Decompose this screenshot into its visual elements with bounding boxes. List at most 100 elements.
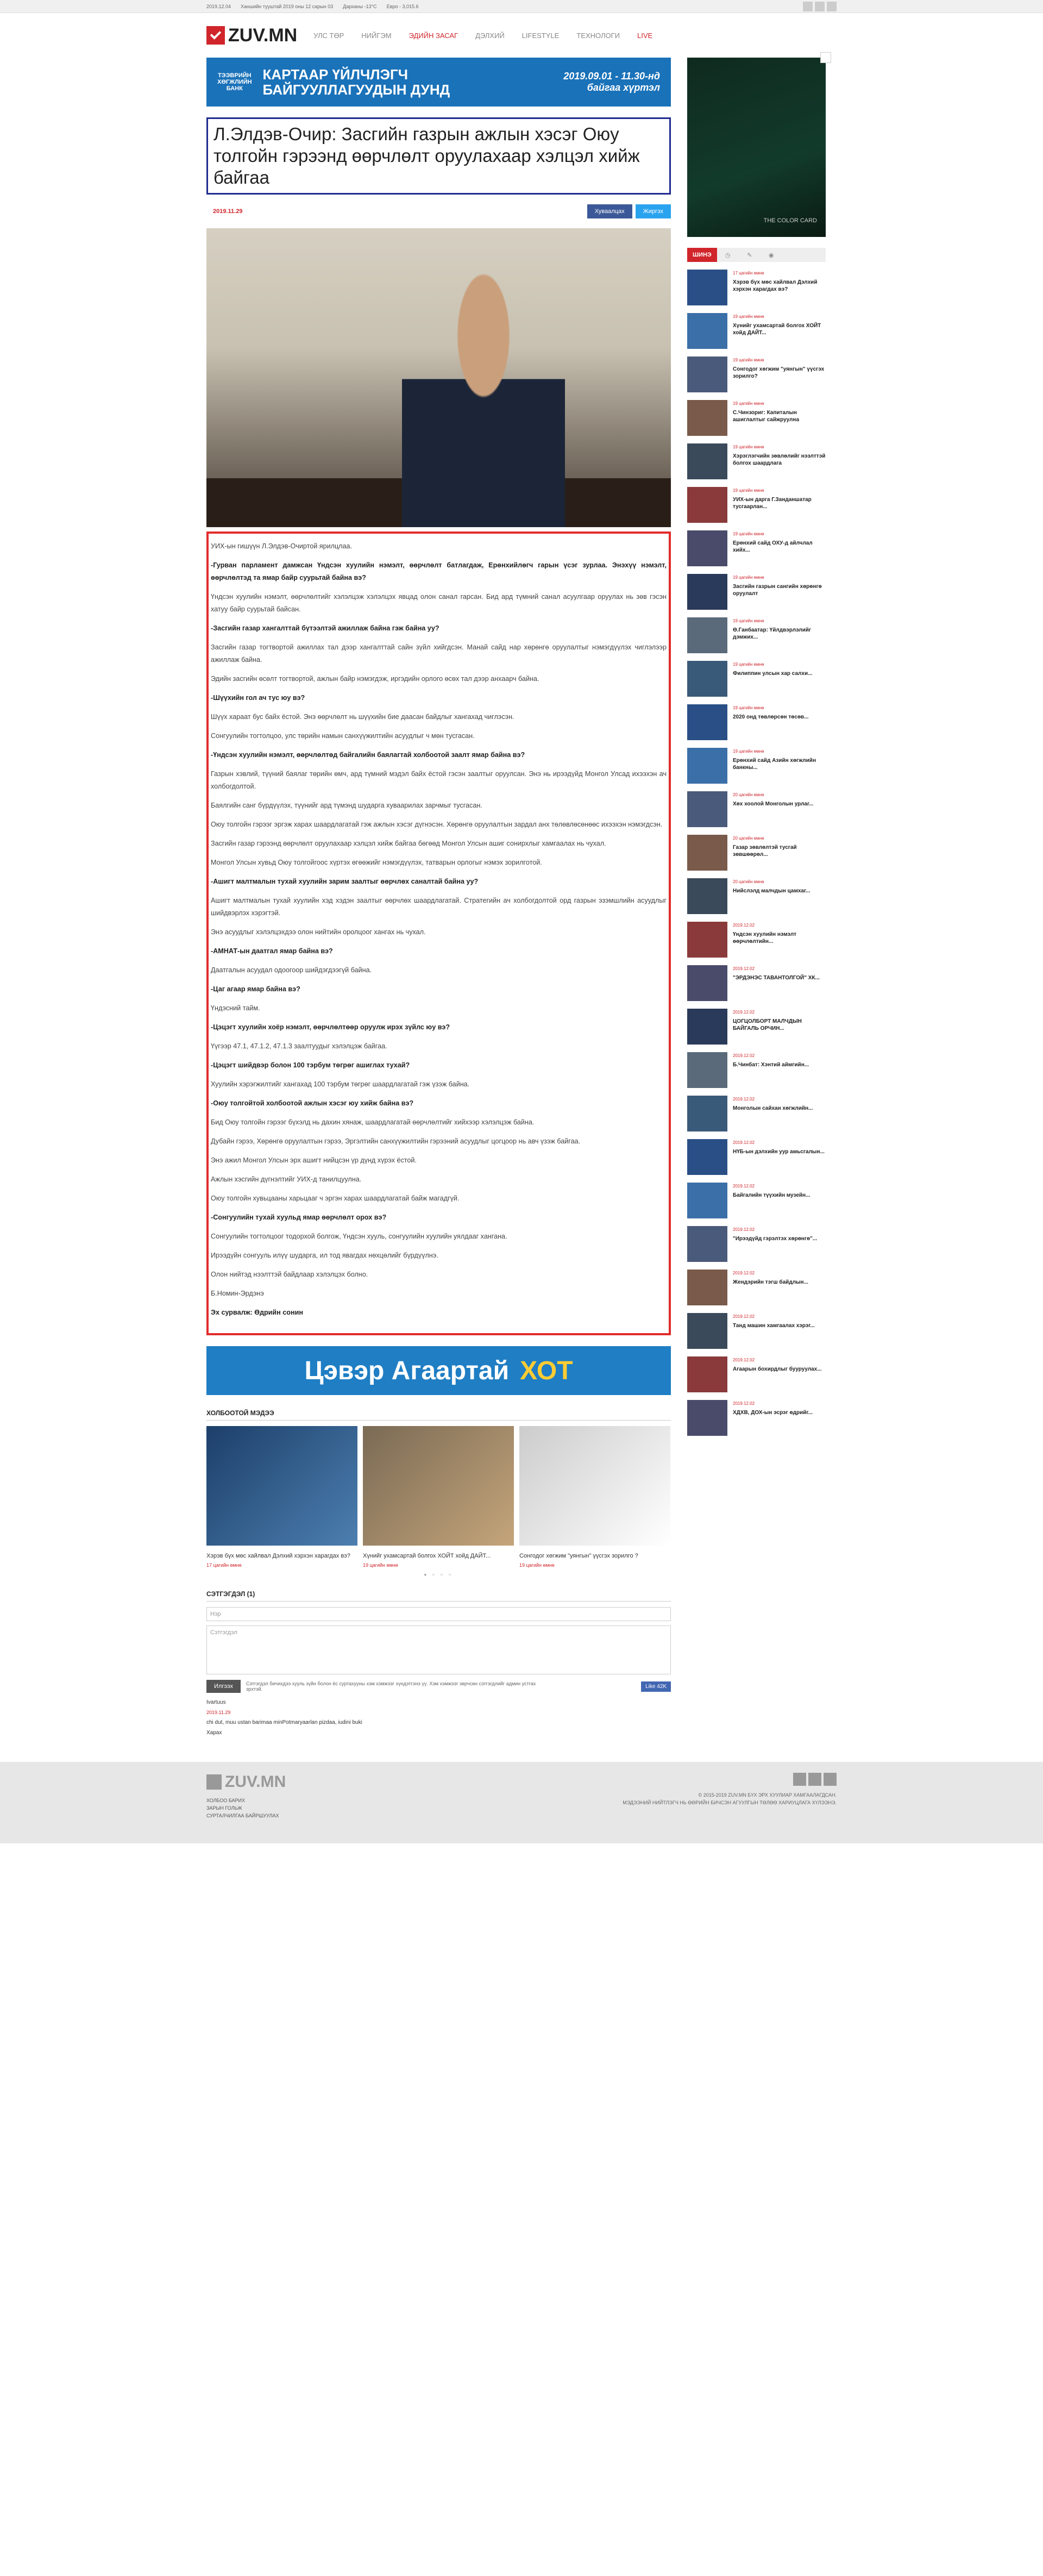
sidebar-news-item[interactable]: 2019.12.02 "ЭРДЭНЭС ТАВАНТОЛГОЙ" ХК... <box>687 965 826 1001</box>
sidebar-news-item[interactable]: 20 цагийн өмнө Хөх хоолой Монголын урлаг.… <box>687 791 826 827</box>
footer-link[interactable]: ЗАРЫН ГОЛЬЖ <box>206 1804 286 1812</box>
facebook-icon[interactable] <box>803 2 813 11</box>
sidebar-title[interactable]: ЦОГЦОЛБОРТ МАЛЧДЫН БАЙГАЛЬ ОРЧИН... <box>733 1018 826 1032</box>
side-ad[interactable]: THE COLOR CARD <box>687 52 831 237</box>
sidebar-title[interactable]: Сонгодог хөгжим "уянгын" үүсгэх зорилго? <box>733 366 826 380</box>
sidebar-news-item[interactable]: 2019.12.02 ЦОГЦОЛБОРТ МАЛЧДЫН БАЙГАЛЬ ОРЧ… <box>687 1009 826 1045</box>
youtube-icon[interactable] <box>827 2 837 11</box>
twitter-icon[interactable] <box>808 1773 821 1786</box>
twitter-icon[interactable] <box>815 2 825 11</box>
sidebar-news-item[interactable]: 2019.12.02 Агаарын бохирдлыг бууруулах... <box>687 1356 826 1392</box>
tab-new[interactable]: ШИНЭ <box>687 248 717 262</box>
facebook-icon[interactable] <box>793 1773 806 1786</box>
view-icon[interactable]: ◉ <box>761 252 782 259</box>
site-logo[interactable]: ZUV.MN <box>206 25 297 46</box>
sidebar-news-item[interactable]: 19 цагийн өмнө Хэрэглэгчийн зөвлөлийг нээ… <box>687 443 826 479</box>
sidebar-title[interactable]: Хөх хоолой Монголын урлаг... <box>733 801 813 808</box>
clock-icon[interactable]: ◷ <box>717 252 739 259</box>
sidebar-title[interactable]: Монголын сайхан хөгжлийн... <box>733 1105 813 1112</box>
clean-air-banner[interactable]: Цэвэр Агаартай ХОТ <box>206 1346 671 1395</box>
sidebar-thumb[interactable] <box>687 313 727 349</box>
sidebar-news-item[interactable]: 2019.12.02 ХДХВ, ДОХ-ын эсрэг өдрийг... <box>687 1400 826 1436</box>
comment-text-input[interactable]: Сэтгэгдэл <box>206 1625 671 1674</box>
youtube-icon[interactable] <box>824 1773 837 1786</box>
sidebar-title[interactable]: Хэрэв бүх мөс хайлвал Дэлхий хэрхэн хара… <box>733 279 826 293</box>
sidebar-thumb[interactable] <box>687 357 727 392</box>
sidebar-news-item[interactable]: 19 цагийн өмнө Сонгодог хөгжим "уянгын" ү… <box>687 357 826 392</box>
sidebar-news-item[interactable]: 2019.12.02 Байгалийн түүхийн музейн... <box>687 1183 826 1218</box>
sidebar-title[interactable]: НҮБ-ын дэлхийн уур амьсгалын... <box>733 1148 825 1155</box>
footer-logo[interactable]: ZUV.MN <box>206 1773 286 1791</box>
sidebar-news-item[interactable]: 17 цагийн өмнө Хэрэв бүх мөс хайлвал Дэлх… <box>687 270 826 305</box>
sidebar-thumb[interactable] <box>687 748 727 784</box>
sidebar-title[interactable]: Танд машин хамгаалах хэрэг... <box>733 1322 815 1329</box>
nav-item[interactable]: НИЙГЭМ <box>361 32 391 40</box>
sidebar-title[interactable]: Ө.Ганбаатар: Үйлдвэрлэлийг дэмжих... <box>733 627 826 641</box>
related-card-title[interactable]: Хүнийг ухамсартай болгох ХОЙТ хойд ДАЙТ.… <box>363 1552 514 1560</box>
related-image[interactable] <box>363 1426 514 1546</box>
sidebar-thumb[interactable] <box>687 1270 727 1305</box>
sidebar-title[interactable]: "ЭРДЭНЭС ТАВАНТОЛГОЙ" ХК... <box>733 974 820 981</box>
sidebar-news-item[interactable]: 19 цагийн өмнө Ө.Ганбаатар: Үйлдвэрлэлийг… <box>687 617 826 653</box>
related-card[interactable]: Хүнийг ухамсартай болгох ХОЙТ хойд ДАЙТ.… <box>363 1426 514 1568</box>
sidebar-news-item[interactable]: 2019.12.02 Жендэрийн тэгш байдлын... <box>687 1270 826 1305</box>
sidebar-title[interactable]: 2020 онд төвлөрсөн төсөв... <box>733 714 809 721</box>
sidebar-news-item[interactable]: 19 цагийн өмнө С.Чинзориг: Капиталын ашиг… <box>687 400 826 436</box>
sidebar-thumb[interactable] <box>687 791 727 827</box>
sidebar-title[interactable]: Ерөнхий сайд Азийн хөгжлийн банкны... <box>733 757 826 771</box>
sidebar-news-item[interactable]: 2019.12.02 Б.Чинбат: Хэнтий аймгийн... <box>687 1052 826 1088</box>
sidebar-title[interactable]: Засгийн газрын сангийн хөрөнгө оруулалт <box>733 583 826 597</box>
sidebar-title[interactable]: Хүнийг ухамсартай болгох ХОЙТ хойд ДАЙТ.… <box>733 322 826 336</box>
sidebar-thumb[interactable] <box>687 704 727 740</box>
sidebar-thumb[interactable] <box>687 530 727 566</box>
sidebar-title[interactable]: С.Чинзориг: Капиталын ашиглалтыг сайжруу… <box>733 409 826 423</box>
twitter-share-button[interactable]: Жиргэх <box>635 204 671 218</box>
facebook-share-button[interactable]: Хуваалцах <box>587 204 632 218</box>
sidebar-title[interactable]: Хэрэглэгчийн зөвлөлийг нээлттэй болгох ш… <box>733 453 826 467</box>
footer-link[interactable]: ХОЛБОО БАРИХ <box>206 1797 286 1804</box>
sidebar-thumb[interactable] <box>687 270 727 305</box>
related-card[interactable]: Хэрэв бүх мөс хайлвал Дэлхий хэрхэн хара… <box>206 1426 357 1568</box>
comment-send-button[interactable]: Илгээх <box>206 1680 241 1693</box>
related-card-title[interactable]: Сонгодог хөгжим "уянгын" үүсгэх зорилго … <box>519 1552 670 1560</box>
sidebar-news-item[interactable]: 2019.12.02 Монголын сайхан хөгжлийн... <box>687 1096 826 1131</box>
sidebar-news-item[interactable]: 20 цагийн өмнө Газар зөвлөлтэй тусгай зөв… <box>687 835 826 871</box>
carousel-dots[interactable]: ● ○ ○ ○ <box>206 1572 671 1577</box>
sidebar-thumb[interactable] <box>687 965 727 1001</box>
sidebar-thumb[interactable] <box>687 574 727 610</box>
nav-item[interactable]: ТЕХНОЛОГИ <box>576 32 620 40</box>
sidebar-thumb[interactable] <box>687 1009 727 1045</box>
sidebar-thumb[interactable] <box>687 1139 727 1175</box>
sidebar-title[interactable]: УИХ-ын дарга Г.Занданшатар тусгаарлан... <box>733 496 826 510</box>
footer-link[interactable]: СУРТАЛЧИЛГАА БАЙРШУУЛАХ <box>206 1812 286 1820</box>
sidebar-news-item[interactable]: 19 цагийн өмнө 2020 онд төвлөрсөн төсөв..… <box>687 704 826 740</box>
sidebar-news-item[interactable]: 2019.12.02 Үндсэн хуулийн нэмэлт өөрчлөлт… <box>687 922 826 958</box>
sidebar-title[interactable]: Ерөнхий сайд ОХУ-д айлчлал хийх... <box>733 540 826 554</box>
related-image[interactable] <box>519 1426 670 1546</box>
sidebar-news-item[interactable]: 20 цагийн өмнө Нийслэлд малчдын цамхаг... <box>687 878 826 914</box>
top-ad-banner[interactable]: ТЭЭВРИЙН ХӨГЖЛИЙН БАНК КАРТААР ҮЙЛЧЛЭГЧ … <box>206 58 671 107</box>
sidebar-thumb[interactable] <box>687 922 727 958</box>
sidebar-thumb[interactable] <box>687 1096 727 1131</box>
sidebar-thumb[interactable] <box>687 1052 727 1088</box>
related-card-title[interactable]: Хэрэв бүх мөс хайлвал Дэлхий хэрхэн хара… <box>206 1552 357 1560</box>
sidebar-news-item[interactable]: 19 цагийн өмнө Хүнийг ухамсартай болгох Х… <box>687 313 826 349</box>
sidebar-thumb[interactable] <box>687 617 727 653</box>
sidebar-thumb[interactable] <box>687 487 727 523</box>
sidebar-thumb[interactable] <box>687 1400 727 1436</box>
sidebar-news-item[interactable]: 19 цагийн өмнө УИХ-ын дарга Г.Занданшатар… <box>687 487 826 523</box>
sidebar-news-item[interactable]: 19 цагийн өмнө Ерөнхий сайд ОХУ-д айлчлал… <box>687 530 826 566</box>
related-card[interactable]: Сонгодог хөгжим "уянгын" үүсгэх зорилго … <box>519 1426 670 1568</box>
sidebar-news-item[interactable]: 2019.12.02 "Ирээдүйд гэрэлтэх хөрөнгө"... <box>687 1226 826 1262</box>
sidebar-title[interactable]: Б.Чинбат: Хэнтий аймгийн... <box>733 1061 809 1068</box>
sidebar-title[interactable]: Филиппин улсын хар салхи... <box>733 670 812 677</box>
sidebar-title[interactable]: Газар зөвлөлтэй тусгай зөвшөөрөл... <box>733 844 826 858</box>
sidebar-title[interactable]: Жендэрийн тэгш байдлын... <box>733 1279 808 1286</box>
nav-item[interactable]: LIFESTYLE <box>522 32 560 40</box>
sidebar-news-item[interactable]: 19 цагийн өмнө Филиппин улсын хар салхи..… <box>687 661 826 697</box>
sidebar-title[interactable]: ХДХВ, ДОХ-ын эсрэг өдрийг... <box>733 1409 813 1416</box>
sidebar-news-item[interactable]: 19 цагийн өмнө Ерөнхий сайд Азийн хөгжлий… <box>687 748 826 784</box>
related-image[interactable] <box>206 1426 357 1546</box>
comment-name-input[interactable]: Нэр <box>206 1607 671 1621</box>
sidebar-title[interactable]: Нийслэлд малчдын цамхаг... <box>733 887 810 895</box>
